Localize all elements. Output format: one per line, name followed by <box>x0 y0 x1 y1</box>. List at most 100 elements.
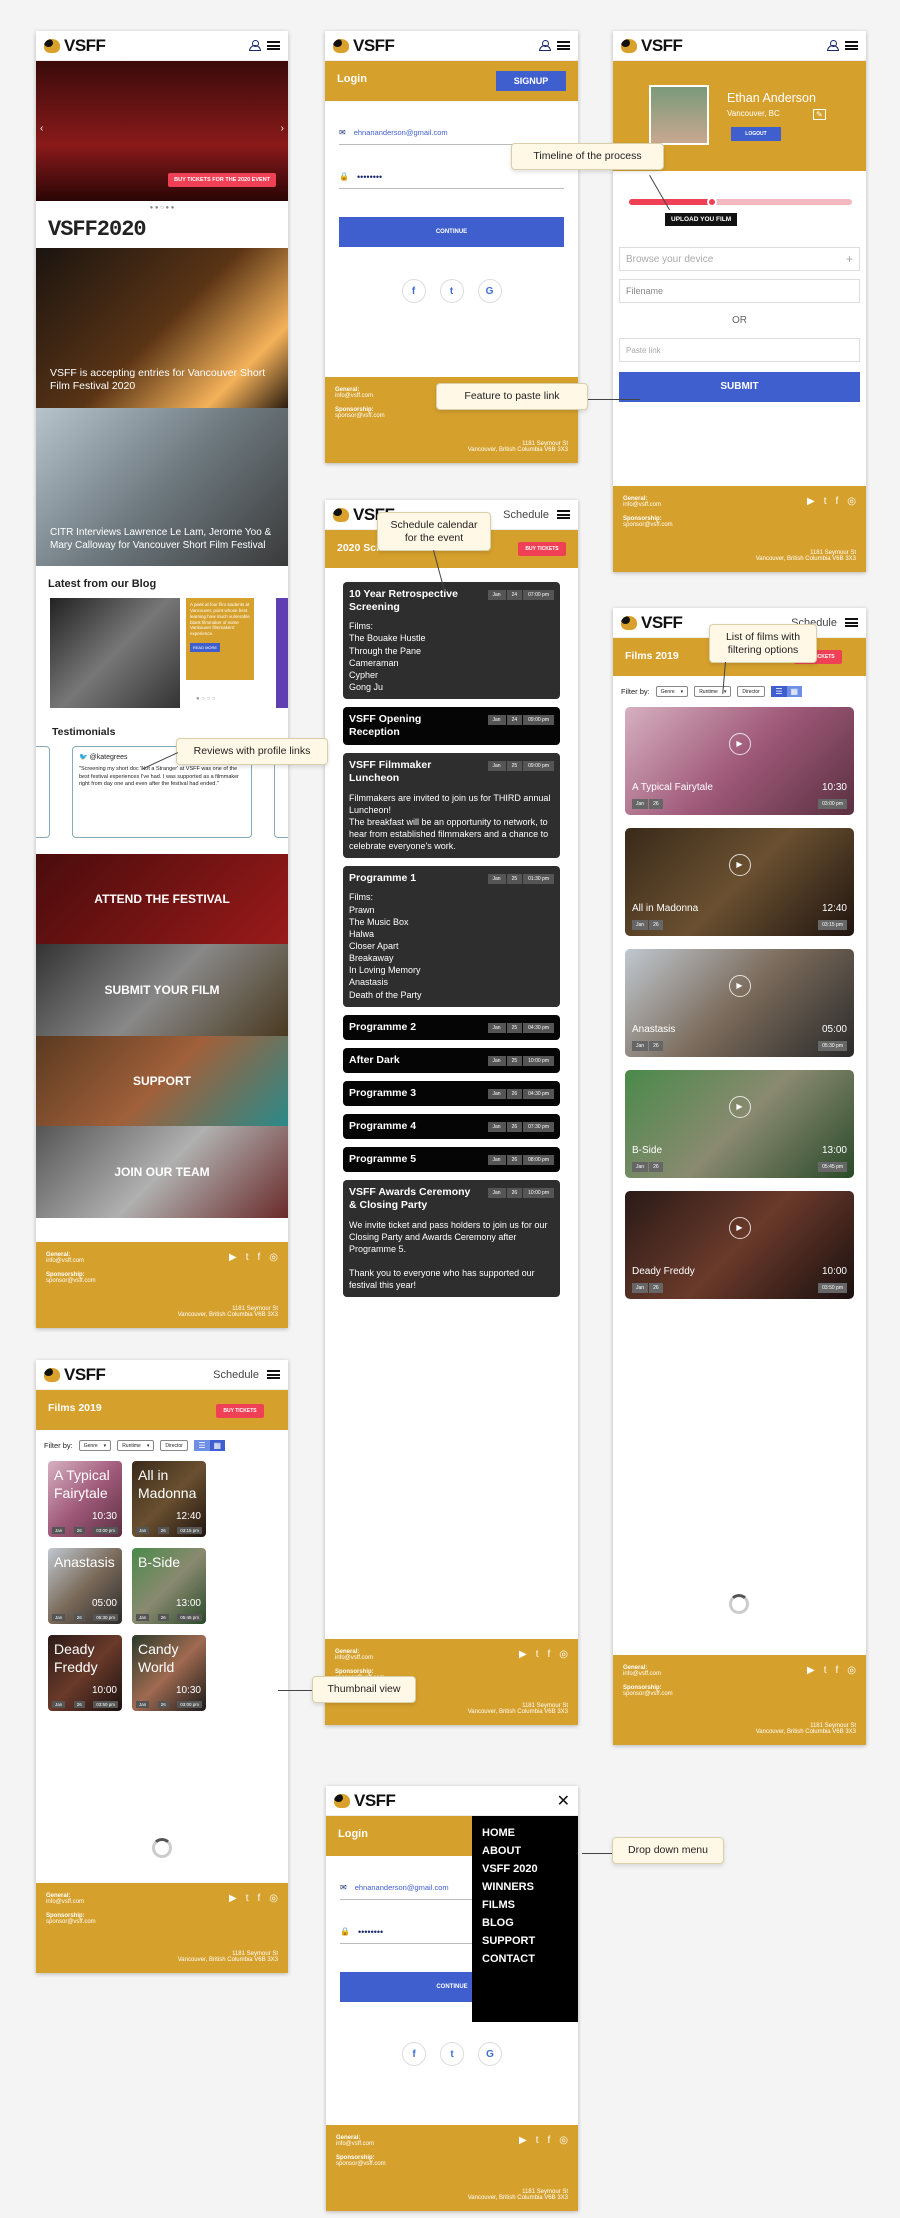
schedule-event[interactable]: 10 Year Retrospective Screening Jan 24 07:… <box>343 582 560 700</box>
menu-icon[interactable] <box>557 41 570 50</box>
list-view-icon[interactable]: ☰ <box>194 1440 210 1451</box>
instagram-icon[interactable]: ◎ <box>847 496 856 507</box>
schedule-event[interactable]: VSFF Filmmaker Luncheon Jan 25 09:00 pm Fil… <box>343 753 560 859</box>
nav-schedule[interactable]: Schedule <box>503 509 549 521</box>
email-field[interactable]: ✉ ehnananderson@gmail.com <box>339 121 564 145</box>
general-email-link[interactable]: info@vsff.com <box>335 1655 373 1661</box>
continue-button[interactable]: CONTINUE <box>339 217 564 247</box>
carousel-prev-icon[interactable]: ‹ <box>40 123 43 134</box>
twitter-icon[interactable]: t <box>824 1665 827 1676</box>
runtime-filter[interactable]: Runtime ▾ <box>694 686 732 697</box>
play-icon[interactable]: ▶ <box>728 974 751 997</box>
twitter-icon[interactable]: t <box>536 1649 539 1660</box>
menu-icon[interactable] <box>557 510 570 519</box>
buy-tickets-button[interactable]: BUY TICKETS <box>518 542 566 556</box>
facebook-login-button[interactable]: f <box>402 2042 426 2066</box>
menu-item-support[interactable]: SUPPORT <box>482 1932 568 1950</box>
logout-button[interactable]: LOGOUT <box>731 127 781 141</box>
submit-button[interactable]: SUBMIT <box>619 372 860 402</box>
general-email-link[interactable]: info@vsff.com <box>335 393 373 399</box>
schedule-event[interactable]: Programme 5 Jan 26 08:00 pm <box>343 1147 560 1173</box>
grid-view-icon[interactable]: ▦ <box>786 686 803 697</box>
google-login-button[interactable]: G <box>478 2042 502 2066</box>
youtube-icon[interactable]: ▶ <box>807 1665 815 1676</box>
youtube-icon[interactable]: ▶ <box>229 1252 237 1263</box>
sponsor-email-link[interactable]: sponsor@vsff.com <box>336 2161 386 2167</box>
sponsor-email-link[interactable]: sponsor@vsff.com <box>335 413 385 419</box>
sponsor-email-link[interactable]: sponsor@vsff.com <box>46 1278 96 1284</box>
youtube-icon[interactable]: ▶ <box>519 2135 527 2146</box>
logo[interactable]: VSFF <box>621 36 683 56</box>
logo[interactable]: VSFF <box>44 1365 106 1385</box>
twitter-icon[interactable]: t <box>246 1893 249 1904</box>
edit-icon[interactable]: ✎ <box>813 109 826 120</box>
sponsor-email-link[interactable]: sponsor@vsff.com <box>46 1919 96 1925</box>
film-thumbnail[interactable]: Anastasis 05:00 Jan 26 05:30 pm <box>48 1548 122 1624</box>
news-card-2[interactable]: CITR Interviews Lawrence Le Lam, Jerome … <box>36 408 288 566</box>
menu-item-films[interactable]: FILMS <box>482 1896 568 1914</box>
tile-attend[interactable]: ATTEND THE FESTIVAL <box>36 854 288 944</box>
tile-join[interactable]: JOIN OUR TEAM <box>36 1126 288 1218</box>
film-thumbnail[interactable]: Candy World 10:30 Jan 26 03:00 pm <box>132 1635 206 1711</box>
plus-icon[interactable]: + <box>846 252 853 266</box>
menu-icon[interactable] <box>267 1370 280 1379</box>
menu-icon[interactable] <box>267 41 280 50</box>
schedule-event[interactable]: Programme 2 Jan 25 04:30 pm <box>343 1014 560 1040</box>
director-filter[interactable]: Director <box>737 686 766 697</box>
genre-filter[interactable]: Genre ▾ <box>655 686 689 697</box>
instagram-icon[interactable]: ◎ <box>847 1665 856 1676</box>
youtube-icon[interactable]: ▶ <box>229 1893 237 1904</box>
film-card[interactable]: ▶ A Typical Fairytale 10:30 Jan 26 03:00 … <box>625 707 854 815</box>
general-email-link[interactable]: info@vsff.com <box>623 502 661 508</box>
twitter-icon[interactable]: t <box>824 496 827 507</box>
instagram-icon[interactable]: ◎ <box>269 1252 278 1263</box>
schedule-event[interactable]: VSFF Awards Ceremony & Closing Party Jan… <box>343 1180 560 1298</box>
logo[interactable]: VSFF <box>621 613 683 633</box>
google-login-button[interactable]: G <box>477 279 502 303</box>
instagram-icon[interactable]: ◎ <box>269 1893 278 1904</box>
film-thumbnail[interactable]: B-Side 13:00 Jan 26 05:45 pm <box>132 1548 206 1624</box>
schedule-event[interactable]: VSFF Opening Reception Jan 24 09:00 pm <box>343 707 560 746</box>
list-view-icon[interactable]: ☰ <box>771 686 787 697</box>
general-email-link[interactable]: info@vsff.com <box>623 1671 661 1677</box>
tile-submit[interactable]: SUBMIT YOUR FILM <box>36 944 288 1036</box>
sponsor-email-link[interactable]: sponsor@vsff.com <box>623 522 673 528</box>
blog-carousel[interactable]: A peek at four film students at Vancouve… <box>36 598 288 716</box>
grid-view-icon[interactable]: ▦ <box>209 1440 226 1451</box>
menu-item-about[interactable]: ABOUT <box>482 1842 568 1860</box>
hero-carousel[interactable]: BUY TICKETS FOR THE 2020 EVENT ‹ › <box>36 61 288 201</box>
facebook-icon[interactable]: f <box>835 1665 838 1676</box>
facebook-icon[interactable]: f <box>257 1893 260 1904</box>
general-email-link[interactable]: info@vsff.com <box>336 2141 374 2147</box>
youtube-icon[interactable]: ▶ <box>807 496 815 507</box>
play-icon[interactable]: ▶ <box>728 732 751 755</box>
menu-item-winners[interactable]: WINNERS <box>482 1878 568 1896</box>
carousel-next-icon[interactable]: › <box>281 123 284 134</box>
close-icon[interactable]: ✕ <box>557 1791 570 1811</box>
schedule-event[interactable]: After Dark Jan 25 10:00 pm <box>343 1047 560 1073</box>
testimonial-prev-card[interactable] <box>36 746 50 838</box>
runtime-filter[interactable]: Runtime ▾ <box>117 1440 155 1451</box>
menu-icon[interactable] <box>845 41 858 50</box>
blog-dots[interactable]: ● ○ ○ ○ <box>196 696 216 702</box>
play-icon[interactable]: ▶ <box>728 1216 751 1239</box>
film-card[interactable]: ▶ Anastasis 05:00 Jan 26 05:30 pm <box>625 949 854 1057</box>
news-card-1[interactable]: VSFF is accepting entries for Vancouver … <box>36 248 288 408</box>
film-card[interactable]: ▶ All in Madonna 12:40 Jan 26 03:15 pm <box>625 828 854 936</box>
nav-schedule[interactable]: Schedule <box>213 1369 259 1381</box>
instagram-icon[interactable]: ◎ <box>559 2135 568 2146</box>
paste-link-field[interactable]: Paste link <box>619 338 860 362</box>
twitter-login-button[interactable]: t <box>440 2042 464 2066</box>
film-thumbnail[interactable]: A Typical Fairytale 10:30 Jan 26 03:00 pm <box>48 1461 122 1537</box>
logo[interactable]: VSFF <box>44 36 106 56</box>
facebook-icon[interactable]: f <box>835 496 838 507</box>
genre-filter[interactable]: Genre ▾ <box>78 1440 112 1451</box>
menu-item-home[interactable]: HOME <box>482 1824 568 1842</box>
schedule-event[interactable]: Programme 1 Jan 25 01:30 pm Films: Prawn The… <box>343 866 560 1007</box>
logo[interactable]: VSFF <box>334 1791 396 1811</box>
general-email-link[interactable]: info@vsff.com <box>46 1899 84 1905</box>
general-email-link[interactable]: info@vsff.com <box>46 1258 84 1264</box>
user-icon[interactable] <box>539 40 551 51</box>
twitter-login-button[interactable]: t <box>439 279 464 303</box>
signup-button[interactable]: SIGNUP <box>496 71 566 91</box>
